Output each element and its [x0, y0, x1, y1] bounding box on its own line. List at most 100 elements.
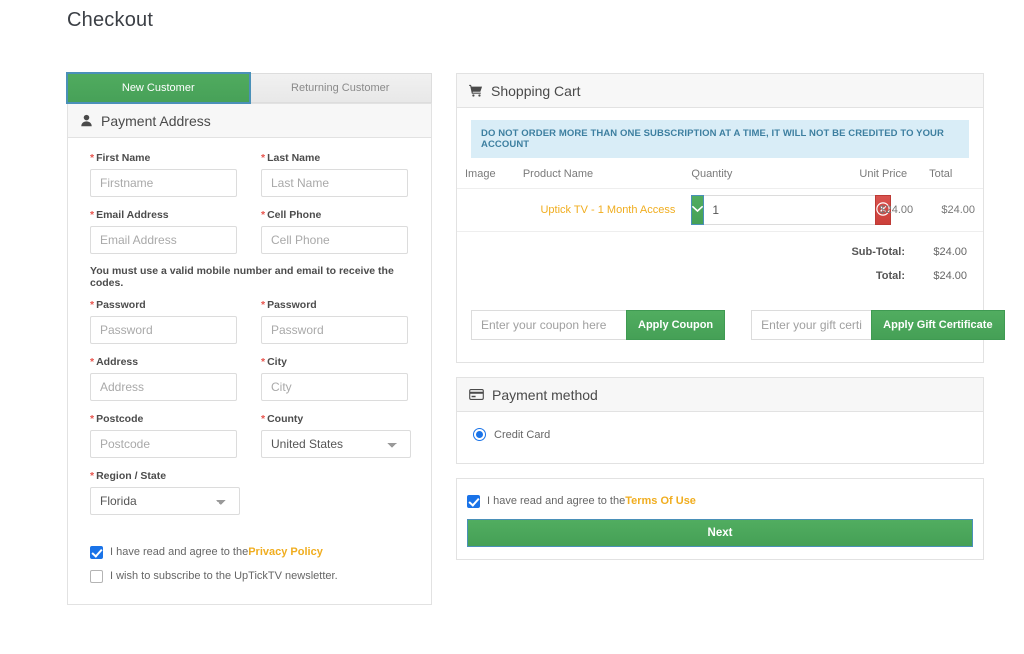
terms-agreement-text: I have read and agree to the	[487, 495, 626, 507]
county-select[interactable]: United States	[261, 430, 411, 458]
cart-totals: Sub-Total: $24.00 Total: $24.00	[457, 232, 983, 300]
cart-table-body: Uptick TV - 1 Month Access 1 $24.00 $24.…	[457, 188, 983, 232]
required-marker: *	[261, 356, 266, 368]
tab-returning-customer[interactable]: Returning Customer	[249, 73, 432, 103]
tab-new-customer[interactable]: New Customer	[66, 72, 251, 104]
required-marker: *	[261, 413, 266, 425]
field-password-confirm: * Password	[261, 299, 408, 344]
payment-option-credit-card: Credit Card	[473, 428, 967, 441]
total-value: $24.00	[933, 270, 967, 282]
field-last-name: * Last Name	[261, 152, 408, 197]
payment-method-title: Payment method	[492, 386, 598, 403]
form-row-contact: *Email Address *Cell Phone	[90, 209, 413, 257]
column-header-quantity: Quantity	[683, 158, 852, 189]
subtotal-label: Sub-Total:	[851, 246, 905, 258]
first-name-input[interactable]	[90, 169, 237, 197]
quantity-input[interactable]	[704, 195, 876, 225]
total-label: Total:	[875, 270, 905, 282]
address-input[interactable]	[90, 373, 237, 401]
coupon-input[interactable]	[471, 310, 626, 340]
payment-address-header: Payment Address	[68, 104, 431, 138]
checkout-page: Checkout New Customer Returning Customer…	[0, 0, 1024, 654]
payment-method-panel: Payment method Credit Card	[456, 377, 984, 464]
product-name-link[interactable]: Uptick TV - 1 Month Access	[540, 204, 675, 216]
coupon-group: Apply Coupon	[471, 310, 726, 340]
chevron-down-icon	[692, 204, 704, 216]
field-county: * County United States	[261, 413, 411, 458]
customer-type-tabs: New Customer Returning Customer	[66, 72, 432, 104]
field-password: * Password	[90, 299, 237, 344]
field-password-confirm-label: * Password	[261, 299, 317, 311]
field-last-name-label: * Last Name	[261, 152, 321, 164]
required-marker: *	[90, 299, 95, 311]
field-password-label: * Password	[90, 299, 146, 311]
newsletter-checkbox[interactable]	[90, 569, 103, 583]
apply-gift-certificate-button[interactable]: Apply Gift Certificate	[871, 310, 1005, 340]
quantity-control-group	[691, 195, 892, 225]
column-header-image: Image	[457, 158, 515, 189]
subtotal-row: Sub-Total: $24.00	[457, 246, 967, 258]
newsletter-subscription: I wish to subscribe to the UpTickTV news…	[90, 566, 413, 586]
field-cell-phone-label: * Cell Phone	[261, 209, 322, 221]
terms-agreement-row: I have read and agree to the Terms Of Us…	[467, 491, 973, 511]
privacy-policy-checkbox[interactable]	[90, 545, 103, 559]
field-city-label: * City	[261, 356, 287, 368]
required-marker: *	[90, 356, 95, 368]
user-icon	[80, 114, 93, 127]
field-postcode-label: * Postcode	[90, 413, 144, 425]
field-postcode: * Postcode	[90, 413, 237, 458]
privacy-policy-link[interactable]: Privacy Policy	[248, 546, 323, 558]
column-header-total: Total	[921, 158, 983, 189]
field-address-label: * Address	[90, 356, 139, 368]
password-input[interactable]	[90, 316, 237, 344]
required-marker: *	[90, 152, 95, 164]
right-column: Shopping Cart DO NOT ORDER MORE THAN ONE…	[456, 73, 1005, 560]
privacy-policy-text: I have read and agree to the	[110, 546, 249, 558]
page-title: Checkout	[67, 9, 154, 31]
required-marker: *	[90, 413, 95, 425]
column-header-product-name: Product Name	[514, 158, 684, 189]
cell-phone-input[interactable]	[261, 226, 408, 254]
checkout-confirm-box: I have read and agree to the Terms Of Us…	[456, 478, 984, 560]
field-city: * City	[261, 356, 408, 401]
postcode-input[interactable]	[90, 430, 237, 458]
shopping-cart-title: Shopping Cart	[491, 82, 581, 99]
field-email-label: * Email Address	[90, 209, 169, 221]
field-cell-phone: * Cell Phone	[261, 209, 408, 254]
privacy-policy-agreement: I have read and agree to the Privacy Pol…	[90, 542, 413, 562]
shopping-cart-header: Shopping Cart	[457, 74, 983, 108]
form-row-name: *First Name *Last Name	[90, 152, 413, 200]
form-row-postcode-county: *Postcode *County United States	[90, 413, 413, 461]
apply-coupon-button[interactable]: Apply Coupon	[626, 310, 726, 340]
coupon-gift-section: Apply Coupon Apply Gift Certificate	[457, 300, 1005, 362]
subtotal-value: $24.00	[933, 246, 967, 258]
region-state-select[interactable]: Florida	[90, 487, 240, 515]
terms-of-use-checkbox[interactable]	[467, 494, 480, 508]
newsletter-text: I wish to subscribe to the UpTickTV news…	[110, 570, 338, 582]
field-email: * Email Address	[90, 209, 237, 254]
shopping-cart-panel: Shopping Cart DO NOT ORDER MORE THAN ONE…	[456, 73, 1005, 363]
credit-card-radio[interactable]	[473, 428, 486, 441]
email-input[interactable]	[90, 226, 237, 254]
city-input[interactable]	[261, 373, 408, 401]
payment-address-title: Payment Address	[101, 112, 211, 129]
field-address: * Address	[90, 356, 237, 401]
update-quantity-button[interactable]	[691, 195, 705, 225]
gift-certificate-input[interactable]	[751, 310, 872, 340]
credit-card-label: Credit Card	[494, 428, 551, 441]
table-row: Uptick TV - 1 Month Access 1 $24.00 $24.…	[457, 188, 983, 232]
payment-method-body: Credit Card	[457, 412, 983, 463]
last-name-input[interactable]	[261, 169, 408, 197]
payment-address-form: *First Name *Last Name *Email Address	[68, 138, 431, 604]
terms-of-use-link[interactable]: Terms Of Use	[625, 495, 696, 507]
cart-table: Image Product Name Quantity Unit Price T…	[457, 158, 983, 232]
next-button[interactable]: Next	[467, 519, 973, 547]
password-confirm-input[interactable]	[261, 316, 408, 344]
form-row-password: *Password *Password	[90, 299, 413, 347]
required-marker: *	[261, 299, 266, 311]
required-marker: *	[261, 152, 266, 164]
